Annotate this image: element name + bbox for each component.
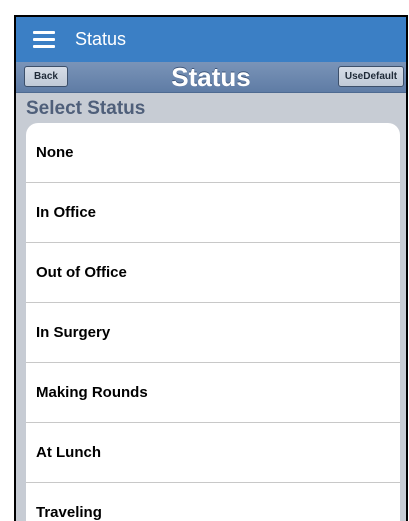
- app-window: Status Back Status UseDefault Select Sta…: [14, 15, 408, 521]
- app-bar: Status: [16, 17, 406, 62]
- status-option-out-of-office[interactable]: Out of Office: [26, 243, 400, 303]
- hamburger-menu-icon[interactable]: [33, 31, 55, 48]
- status-option-making-rounds[interactable]: Making Rounds: [26, 363, 400, 423]
- back-button[interactable]: Back: [24, 66, 68, 87]
- status-option-at-lunch[interactable]: At Lunch: [26, 423, 400, 483]
- app-bar-title: Status: [75, 29, 127, 49]
- navigation-bar: Back Status UseDefault: [16, 62, 406, 93]
- page-title: Status: [171, 61, 251, 92]
- section-header: Select Status: [26, 98, 146, 119]
- content-area: Select Status None In Office Out of Offi…: [16, 93, 406, 521]
- status-option-traveling[interactable]: Traveling: [26, 483, 400, 521]
- status-option-in-office[interactable]: In Office: [26, 183, 400, 243]
- use-default-button[interactable]: UseDefault: [338, 66, 404, 87]
- status-option-in-surgery[interactable]: In Surgery: [26, 303, 400, 363]
- status-list: None In Office Out of Office In Surgery …: [26, 123, 400, 521]
- status-option-none[interactable]: None: [26, 123, 400, 183]
